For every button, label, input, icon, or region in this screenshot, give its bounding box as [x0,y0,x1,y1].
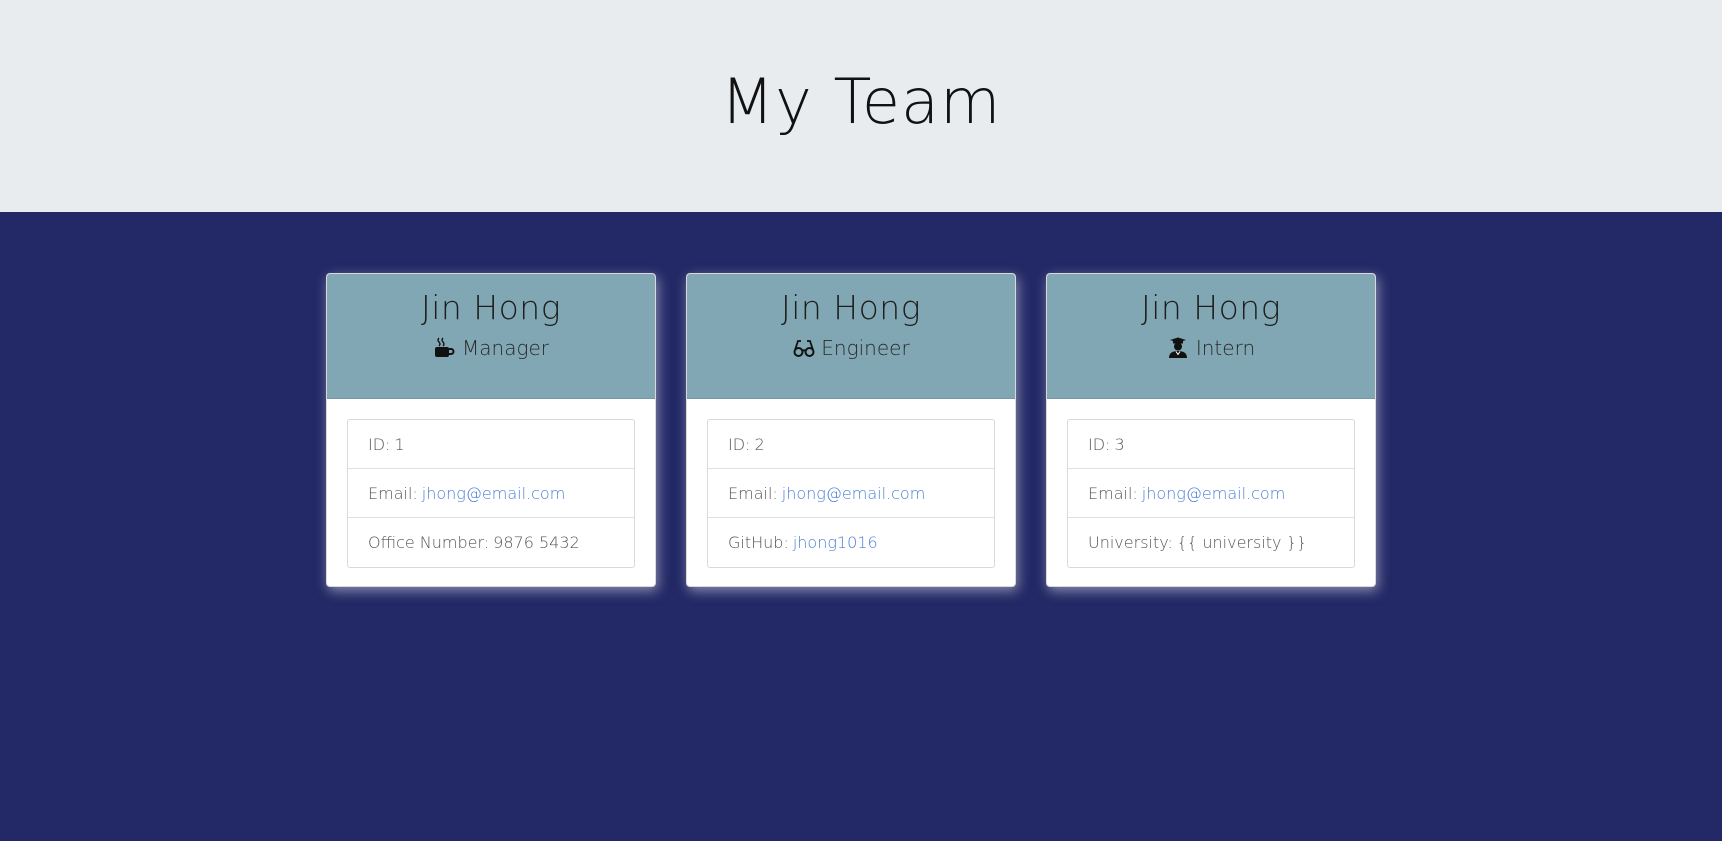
list-item-github: GitHub: jhong1016 [708,518,994,567]
card-header: Jin Hong Engineer [687,274,1015,399]
id-value: 3 [1114,434,1125,454]
info-list: ID: 1 Email: jhong@email.com Office Numb… [347,419,635,568]
id-value: 1 [394,434,405,454]
email-label: Email: [368,483,418,503]
employee-card-engineer: Jin Hong Engineer ID: 2 Email: jhong@ema… [686,273,1016,587]
card-body: ID: 3 Email: jhong@email.com University:… [1047,399,1375,568]
employee-role-label: Manager [462,336,549,360]
list-item-email: Email: jhong@email.com [1068,469,1354,518]
employee-card-manager: Jin Hong Manager ID: 1 Email: jhong@emai… [326,273,656,587]
employee-name: Jin Hong [1140,288,1282,327]
card-body: ID: 1 Email: jhong@email.com Office Numb… [327,399,655,568]
university-value: {{ university }} [1176,533,1307,552]
id-label: ID: [728,434,751,454]
coffee-icon [433,337,455,359]
graduate-icon [1167,337,1189,359]
id-label: ID: [1088,434,1111,454]
page-title: My Team [720,64,1002,138]
email-link[interactable]: jhong@email.com [1142,484,1286,503]
employee-role: Intern [1167,336,1255,360]
list-item-id: ID: 2 [708,420,994,469]
university-label: University: [1088,533,1173,552]
github-label: GitHub: [728,533,789,552]
list-item-id: ID: 1 [348,420,634,469]
card-header: Jin Hong Manager [327,274,655,399]
info-list: ID: 2 Email: jhong@email.com GitHub: jho… [707,419,995,568]
list-item-id: ID: 3 [1068,420,1354,469]
id-value: 2 [754,434,765,454]
github-link[interactable]: jhong1016 [793,533,878,552]
office-number-label: Office Number: [368,533,490,552]
office-number-value: 9876 5432 [493,533,580,552]
list-item-university: University: {{ university }} [1068,518,1354,567]
glasses-icon [792,337,815,359]
employee-name: Jin Hong [420,288,562,327]
email-label: Email: [728,483,778,503]
employee-card-intern: Jin Hong Intern ID: 3 Email: jhong@email… [1046,273,1376,587]
employee-role-label: Engineer [821,336,910,360]
employee-role: Engineer [792,336,910,360]
list-item-email: Email: jhong@email.com [708,469,994,518]
team-section: Jin Hong Manager ID: 1 Email: jhong@emai… [0,212,1722,841]
id-label: ID: [368,434,391,454]
page-header: My Team [0,0,1722,212]
card-header: Jin Hong Intern [1047,274,1375,399]
employee-role-label: Intern [1195,336,1256,360]
email-link[interactable]: jhong@email.com [422,484,566,503]
list-item-office-number: Office Number: 9876 5432 [348,518,634,567]
list-item-email: Email: jhong@email.com [348,469,634,518]
card-body: ID: 2 Email: jhong@email.com GitHub: jho… [687,399,1015,568]
employee-name: Jin Hong [780,288,922,327]
employee-role: Manager [433,336,549,360]
info-list: ID: 3 Email: jhong@email.com University:… [1067,419,1355,568]
email-link[interactable]: jhong@email.com [782,484,926,503]
email-label: Email: [1088,483,1138,503]
